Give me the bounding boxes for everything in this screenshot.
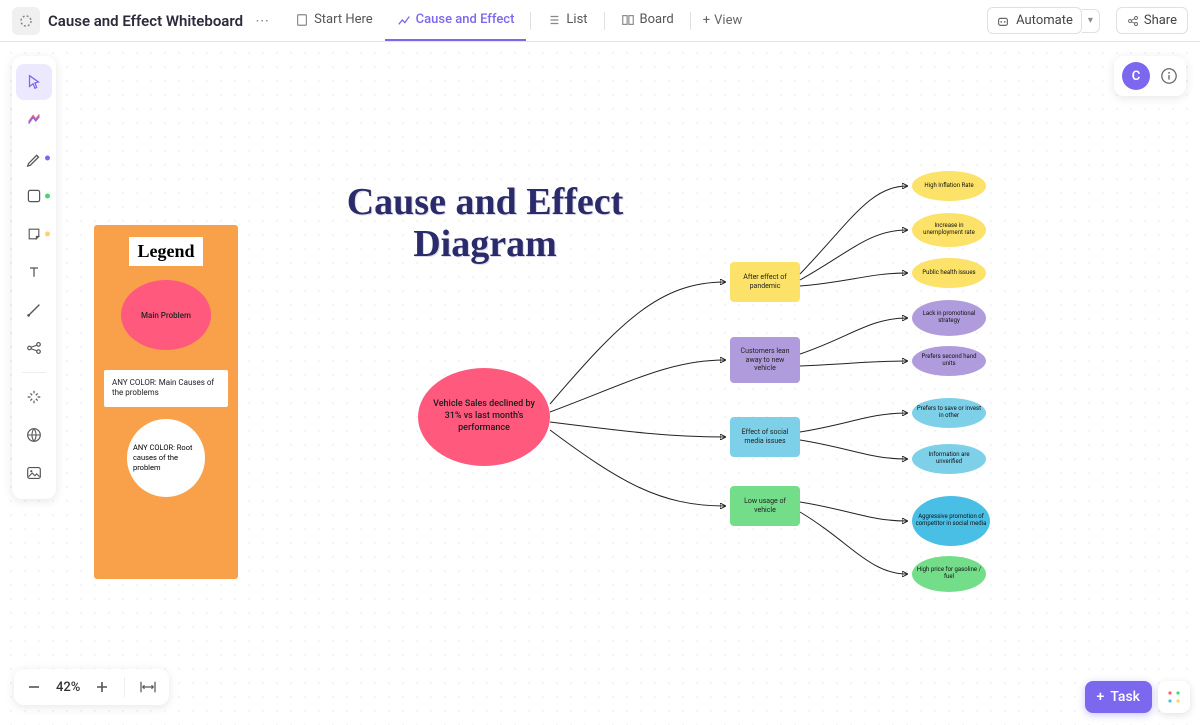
root-cause-node[interactable]: High price for gasoline / fuel	[912, 556, 986, 592]
info-icon[interactable]	[1160, 67, 1178, 85]
root-cause-node[interactable]: Prefers to save or invest in other	[912, 398, 986, 428]
magic-tool[interactable]	[16, 379, 52, 415]
sticky-tool[interactable]	[16, 216, 52, 252]
automate-dropdown[interactable]: ▾	[1082, 9, 1100, 33]
workspace-icon[interactable]	[12, 7, 40, 35]
pen-tool[interactable]	[16, 140, 52, 176]
main-problem-node[interactable]: Vehicle Sales declined by 31% vs last mo…	[418, 368, 550, 466]
root-cause-node[interactable]: Information are unverified	[912, 444, 986, 474]
tab-board[interactable]: Board	[609, 1, 686, 41]
legend-heading: Legend	[129, 237, 202, 266]
diagram-title[interactable]: Cause and Effect Diagram	[340, 182, 630, 266]
legend-causes-box: ANY COLOR: Main Causes of the problems	[104, 370, 228, 407]
tab-cause-and-effect[interactable]: Cause and Effect	[385, 1, 527, 41]
chart-icon	[397, 13, 411, 27]
legend-card[interactable]: Legend Main Problem ANY COLOR: Main Caus…	[94, 225, 238, 579]
plus-icon: +	[703, 13, 710, 28]
task-button[interactable]: + Task	[1085, 681, 1152, 713]
relationship-tool[interactable]	[16, 330, 52, 366]
automate-button[interactable]: Automate	[987, 7, 1082, 34]
ai-tool[interactable]	[16, 102, 52, 138]
tool-palette	[12, 56, 56, 499]
board-icon	[621, 13, 635, 27]
root-cause-node[interactable]: Lack in promotional strategy	[912, 300, 986, 336]
tab-divider	[690, 12, 691, 30]
doc-icon	[295, 13, 309, 27]
shape-tool[interactable]	[16, 178, 52, 214]
tab-list[interactable]: List	[535, 1, 599, 41]
whiteboard-canvas[interactable]: C Cause and Effect Diagram Legend Main P…	[0, 42, 1200, 725]
view-tabs: Start Here Cause and Effect List Board +…	[283, 1, 742, 41]
connector-tool[interactable]	[16, 292, 52, 328]
canvas-top-right: C	[1114, 56, 1186, 96]
plus-icon: +	[1097, 689, 1105, 705]
root-cause-node[interactable]: Increase in unemployment rate	[912, 213, 986, 247]
robot-icon	[996, 14, 1010, 28]
legend-main-problem: Main Problem	[121, 280, 211, 350]
zoom-value[interactable]: 42%	[56, 680, 80, 695]
cause-node[interactable]: Effect of social media issues	[730, 417, 800, 457]
root-cause-node[interactable]: Prefers second hand units	[912, 346, 986, 376]
cause-node[interactable]: After effect of pandemic	[730, 262, 800, 302]
legend-roots-circle: ANY COLOR: Root causes of the problem	[127, 419, 205, 497]
select-tool[interactable]	[16, 64, 52, 100]
list-icon	[547, 13, 561, 27]
root-cause-node[interactable]: Public health issues	[912, 258, 986, 288]
apps-button[interactable]	[1158, 681, 1190, 713]
zoom-control: 42%	[14, 669, 169, 705]
tab-start-here[interactable]: Start Here	[283, 1, 385, 41]
tab-divider	[530, 12, 531, 30]
tab-divider	[604, 12, 605, 30]
root-cause-node[interactable]: Aggressive promotion of competitor in so…	[912, 496, 990, 546]
root-cause-node[interactable]: High Inflation Rate	[912, 171, 986, 201]
zoom-in-icon[interactable]	[94, 679, 110, 695]
more-icon[interactable]: ⋯	[255, 13, 269, 29]
zoom-out-icon[interactable]	[26, 679, 42, 695]
share-icon	[1127, 15, 1139, 27]
cause-node[interactable]: Low usage of vehicle	[730, 486, 800, 526]
image-tool[interactable]	[16, 455, 52, 491]
share-button[interactable]: Share	[1116, 7, 1188, 34]
add-view-button[interactable]: + View	[703, 13, 743, 28]
cause-node[interactable]: Customers lean away to new vehicle	[730, 337, 800, 383]
doc-title[interactable]: Cause and Effect Whiteboard	[48, 12, 243, 30]
top-bar: Cause and Effect Whiteboard ⋯ Start Here…	[0, 0, 1200, 42]
web-tool[interactable]	[16, 417, 52, 453]
user-avatar[interactable]: C	[1122, 62, 1150, 90]
fit-width-icon[interactable]	[139, 680, 157, 694]
text-tool[interactable]	[16, 254, 52, 290]
